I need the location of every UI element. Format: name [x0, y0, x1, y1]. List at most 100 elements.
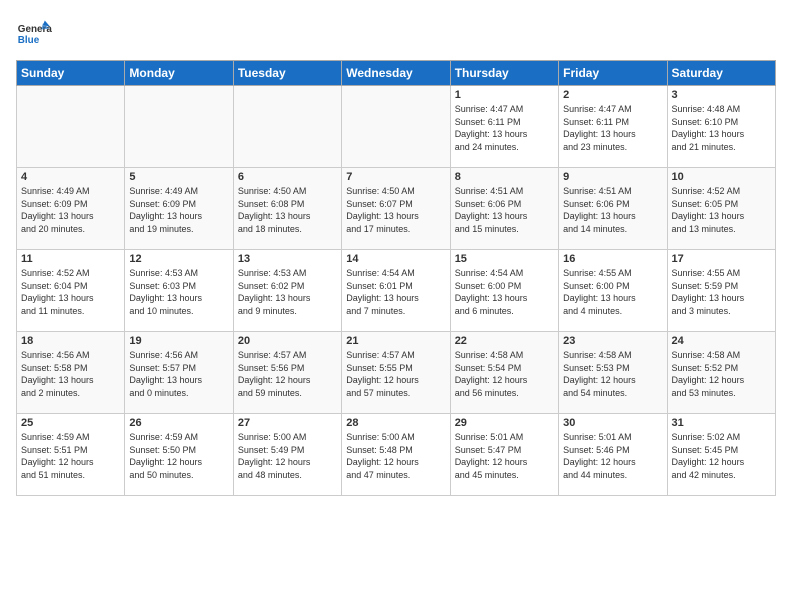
day-number: 20	[238, 335, 337, 347]
day-info: Sunrise: 4:50 AM Sunset: 6:07 PM Dayligh…	[346, 185, 445, 235]
calendar-cell: 7 Sunrise: 4:50 AM Sunset: 6:07 PM Daylig…	[342, 168, 450, 250]
day-number: 7	[346, 171, 445, 183]
weekday-header-row: SundayMondayTuesdayWednesdayThursdayFrid…	[17, 61, 776, 86]
calendar-cell: 29 Sunrise: 5:01 AM Sunset: 5:47 PM Dayli…	[450, 414, 558, 496]
weekday-header: Friday	[559, 61, 667, 86]
day-info: Sunrise: 4:54 AM Sunset: 6:01 PM Dayligh…	[346, 267, 445, 317]
calendar-cell: 28 Sunrise: 5:00 AM Sunset: 5:48 PM Dayli…	[342, 414, 450, 496]
day-number: 29	[455, 417, 554, 429]
calendar-cell	[17, 86, 125, 168]
day-info: Sunrise: 4:57 AM Sunset: 5:55 PM Dayligh…	[346, 349, 445, 399]
day-info: Sunrise: 4:58 AM Sunset: 5:54 PM Dayligh…	[455, 349, 554, 399]
day-number: 5	[129, 171, 228, 183]
calendar-week-row: 25 Sunrise: 4:59 AM Sunset: 5:51 PM Dayli…	[17, 414, 776, 496]
day-info: Sunrise: 4:50 AM Sunset: 6:08 PM Dayligh…	[238, 185, 337, 235]
day-info: Sunrise: 5:00 AM Sunset: 5:49 PM Dayligh…	[238, 431, 337, 481]
calendar-cell: 23 Sunrise: 4:58 AM Sunset: 5:53 PM Dayli…	[559, 332, 667, 414]
day-info: Sunrise: 4:58 AM Sunset: 5:53 PM Dayligh…	[563, 349, 662, 399]
calendar-cell	[342, 86, 450, 168]
day-number: 19	[129, 335, 228, 347]
day-info: Sunrise: 4:59 AM Sunset: 5:50 PM Dayligh…	[129, 431, 228, 481]
day-number: 22	[455, 335, 554, 347]
calendar-cell: 14 Sunrise: 4:54 AM Sunset: 6:01 PM Dayli…	[342, 250, 450, 332]
day-info: Sunrise: 4:47 AM Sunset: 6:11 PM Dayligh…	[563, 103, 662, 153]
day-number: 27	[238, 417, 337, 429]
day-info: Sunrise: 4:56 AM Sunset: 5:57 PM Dayligh…	[129, 349, 228, 399]
day-number: 30	[563, 417, 662, 429]
day-number: 10	[672, 171, 771, 183]
calendar-cell	[125, 86, 233, 168]
day-info: Sunrise: 4:49 AM Sunset: 6:09 PM Dayligh…	[129, 185, 228, 235]
calendar-cell: 21 Sunrise: 4:57 AM Sunset: 5:55 PM Dayli…	[342, 332, 450, 414]
day-number: 16	[563, 253, 662, 265]
day-number: 11	[21, 253, 120, 265]
calendar-cell: 6 Sunrise: 4:50 AM Sunset: 6:08 PM Daylig…	[233, 168, 341, 250]
day-info: Sunrise: 4:53 AM Sunset: 6:03 PM Dayligh…	[129, 267, 228, 317]
day-info: Sunrise: 5:01 AM Sunset: 5:46 PM Dayligh…	[563, 431, 662, 481]
day-info: Sunrise: 4:55 AM Sunset: 5:59 PM Dayligh…	[672, 267, 771, 317]
weekday-header: Sunday	[17, 61, 125, 86]
day-number: 1	[455, 89, 554, 101]
day-number: 26	[129, 417, 228, 429]
calendar-week-row: 18Sunrise: 4:56 AM Sunset: 5:58 PM Dayli…	[17, 332, 776, 414]
calendar-cell	[233, 86, 341, 168]
day-info: Sunrise: 4:48 AM Sunset: 6:10 PM Dayligh…	[672, 103, 771, 153]
day-number: 4	[21, 171, 120, 183]
day-number: 14	[346, 253, 445, 265]
day-info: Sunrise: 4:53 AM Sunset: 6:02 PM Dayligh…	[238, 267, 337, 317]
day-number: 21	[346, 335, 445, 347]
day-number: 2	[563, 89, 662, 101]
calendar-cell: 13Sunrise: 4:53 AM Sunset: 6:02 PM Dayli…	[233, 250, 341, 332]
day-info: Sunrise: 4:59 AM Sunset: 5:51 PM Dayligh…	[21, 431, 120, 481]
day-number: 6	[238, 171, 337, 183]
logo: General Blue	[16, 16, 52, 52]
calendar-week-row: 1 Sunrise: 4:47 AM Sunset: 6:11 PM Daylig…	[17, 86, 776, 168]
calendar-cell: 19 Sunrise: 4:56 AM Sunset: 5:57 PM Dayli…	[125, 332, 233, 414]
calendar-cell: 16 Sunrise: 4:55 AM Sunset: 6:00 PM Dayli…	[559, 250, 667, 332]
weekday-header: Wednesday	[342, 61, 450, 86]
day-info: Sunrise: 4:52 AM Sunset: 6:04 PM Dayligh…	[21, 267, 120, 317]
day-info: Sunrise: 4:51 AM Sunset: 6:06 PM Dayligh…	[455, 185, 554, 235]
calendar-body: 1 Sunrise: 4:47 AM Sunset: 6:11 PM Daylig…	[17, 86, 776, 496]
day-info: Sunrise: 4:54 AM Sunset: 6:00 PM Dayligh…	[455, 267, 554, 317]
day-info: Sunrise: 5:00 AM Sunset: 5:48 PM Dayligh…	[346, 431, 445, 481]
day-info: Sunrise: 4:51 AM Sunset: 6:06 PM Dayligh…	[563, 185, 662, 235]
weekday-header: Tuesday	[233, 61, 341, 86]
day-number: 8	[455, 171, 554, 183]
day-number: 15	[455, 253, 554, 265]
calendar-cell: 17 Sunrise: 4:55 AM Sunset: 5:59 PM Dayli…	[667, 250, 775, 332]
calendar-cell: 10 Sunrise: 4:52 AM Sunset: 6:05 PM Dayli…	[667, 168, 775, 250]
calendar-table: SundayMondayTuesdayWednesdayThursdayFrid…	[16, 60, 776, 496]
day-info: Sunrise: 4:47 AM Sunset: 6:11 PM Dayligh…	[455, 103, 554, 153]
calendar-week-row: 4 Sunrise: 4:49 AM Sunset: 6:09 PM Daylig…	[17, 168, 776, 250]
day-number: 17	[672, 253, 771, 265]
weekday-header: Thursday	[450, 61, 558, 86]
logo-icon: General Blue	[16, 16, 52, 52]
day-info: Sunrise: 5:01 AM Sunset: 5:47 PM Dayligh…	[455, 431, 554, 481]
day-info: Sunrise: 4:55 AM Sunset: 6:00 PM Dayligh…	[563, 267, 662, 317]
day-number: 28	[346, 417, 445, 429]
day-info: Sunrise: 5:02 AM Sunset: 5:45 PM Dayligh…	[672, 431, 771, 481]
svg-text:Blue: Blue	[18, 35, 40, 46]
day-number: 12	[129, 253, 228, 265]
day-number: 24	[672, 335, 771, 347]
calendar-cell: 26 Sunrise: 4:59 AM Sunset: 5:50 PM Dayli…	[125, 414, 233, 496]
day-number: 31	[672, 417, 771, 429]
day-number: 25	[21, 417, 120, 429]
calendar-cell: 4Sunrise: 4:49 AM Sunset: 6:09 PM Daylig…	[17, 168, 125, 250]
calendar-cell: 2 Sunrise: 4:47 AM Sunset: 6:11 PM Daylig…	[559, 86, 667, 168]
day-info: Sunrise: 4:58 AM Sunset: 5:52 PM Dayligh…	[672, 349, 771, 399]
calendar-cell: 20Sunrise: 4:57 AM Sunset: 5:56 PM Dayli…	[233, 332, 341, 414]
calendar-cell: 5 Sunrise: 4:49 AM Sunset: 6:09 PM Daylig…	[125, 168, 233, 250]
calendar-cell: 11 Sunrise: 4:52 AM Sunset: 6:04 PM Dayli…	[17, 250, 125, 332]
day-number: 3	[672, 89, 771, 101]
day-number: 9	[563, 171, 662, 183]
calendar-cell: 15 Sunrise: 4:54 AM Sunset: 6:00 PM Dayli…	[450, 250, 558, 332]
day-info: Sunrise: 4:52 AM Sunset: 6:05 PM Dayligh…	[672, 185, 771, 235]
calendar-cell: 8 Sunrise: 4:51 AM Sunset: 6:06 PM Daylig…	[450, 168, 558, 250]
day-number: 23	[563, 335, 662, 347]
calendar-cell: 18Sunrise: 4:56 AM Sunset: 5:58 PM Dayli…	[17, 332, 125, 414]
calendar-cell: 1 Sunrise: 4:47 AM Sunset: 6:11 PM Daylig…	[450, 86, 558, 168]
calendar-cell: 22 Sunrise: 4:58 AM Sunset: 5:54 PM Dayli…	[450, 332, 558, 414]
day-number: 18	[21, 335, 120, 347]
